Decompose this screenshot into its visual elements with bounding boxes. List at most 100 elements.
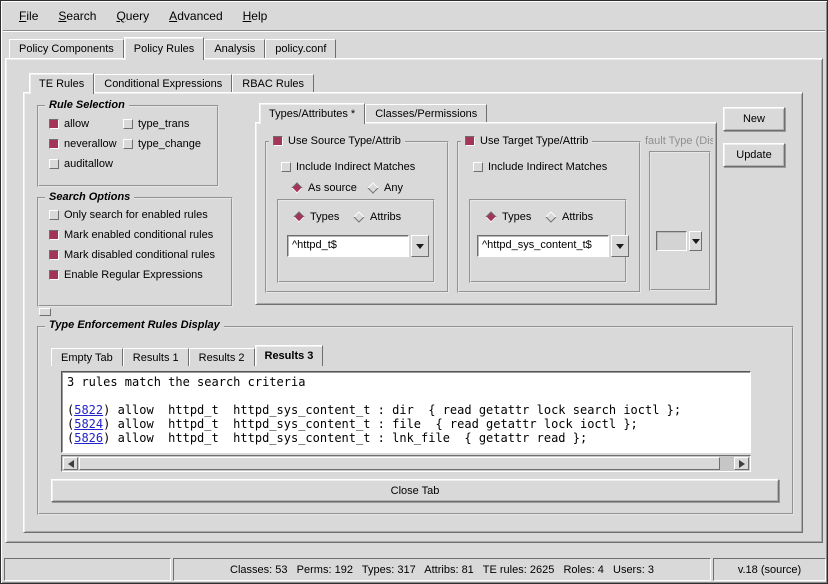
new-button[interactable]: New [723,107,785,131]
blank-line [67,389,745,403]
status-cell-left [4,558,171,581]
checkbox-indicator [473,162,483,172]
radio-label: Types [502,211,531,223]
rule-tabrow: TE Rules Conditional Expressions RBAC Ru… [29,72,314,92]
tab-results-1[interactable]: Results 1 [123,348,189,366]
tab-policy-components[interactable]: Policy Components [9,39,124,58]
checkbox-label: Only search for enabled rules [64,209,208,221]
menubar-separator [3,30,825,32]
checkbox-target-indirect[interactable]: Include Indirect Matches [473,160,607,174]
scroll-left-button[interactable] [63,457,78,470]
checkbox-source-indirect[interactable]: Include Indirect Matches [281,160,415,174]
menu-search[interactable]: Search [48,5,106,27]
scrollbar-track[interactable] [79,457,733,470]
menu-query[interactable]: Query [106,5,159,27]
checkbox-indicator [273,136,283,146]
radio-target-attribs[interactable]: Attribs [545,210,593,224]
update-button[interactable]: Update [723,143,785,167]
checkbox-use-target-type[interactable]: Use Target Type/Attrib [461,134,592,148]
tab-te-rules[interactable]: TE Rules [29,73,94,94]
checkbox-type-change[interactable]: type_change [123,137,201,151]
radio-as-source[interactable]: As source [291,181,357,195]
menu-file[interactable]: File [9,5,48,27]
rule-text: ) allow httpd_t httpd_sys_content_t : fi… [103,417,638,431]
radio-indicator [545,211,556,222]
checkbox-indicator [49,159,59,169]
results-text[interactable]: 3 rules match the search criteria (5822)… [61,371,751,453]
menu-advanced[interactable]: Advanced [159,5,232,27]
tab-policy-conf[interactable]: policy.conf [265,39,336,58]
source-type-combo[interactable]: ^httpd_t$ [287,235,429,257]
status-stats: Classes: 53 Perms: 192 Types: 317 Attrib… [230,564,654,576]
combo-value[interactable]: ^httpd_sys_content_t$ [477,235,609,257]
tab-results-2[interactable]: Results 2 [189,348,255,366]
radio-source-types[interactable]: Types [293,210,339,224]
rule-selection-title: Rule Selection [45,99,129,111]
checkbox-label: Include Indirect Matches [488,161,607,173]
rule-line: (5822) allow httpd_t httpd_sys_content_t… [67,403,745,417]
status-cell-version: v.18 (source) [713,558,826,581]
radio-indicator [485,211,496,222]
chevron-down-icon [616,244,624,249]
target-type-combo[interactable]: ^httpd_sys_content_t$ [477,235,629,257]
checkbox-label: type_trans [138,118,189,130]
rule-link[interactable]: 5824 [74,417,103,431]
status-version: v.18 (source) [738,564,801,576]
checkbox-indicator [49,139,59,149]
checkbox-mark-disabled-conditional[interactable]: Mark disabled conditional rules [49,248,215,262]
checkbox-indicator [465,136,475,146]
combo-dropdown-button[interactable] [411,235,429,257]
checkbox-allow[interactable]: allow [49,117,89,131]
checkbox-label: allow [64,118,89,130]
checkbox-label: auditallow [64,158,113,170]
checkbox-mark-enabled-conditional[interactable]: Mark enabled conditional rules [49,228,213,242]
checkbox-indicator [49,230,59,240]
tab-rbac-rules[interactable]: RBAC Rules [232,74,314,92]
combo-value[interactable]: ^httpd_t$ [287,235,409,257]
default-type-group [649,151,711,291]
combo-dropdown-button [689,231,702,251]
checkbox-neverallow[interactable]: neverallow [49,137,117,151]
app-window: File Search Query Advanced Help Policy C… [0,0,828,584]
default-type-combo [656,231,702,251]
checkbox-enable-regex[interactable]: Enable Regular Expressions [49,268,203,282]
tab-analysis[interactable]: Analysis [204,39,265,58]
radio-indicator [293,211,304,222]
scrollbar-thumb[interactable] [79,457,720,470]
search-options-title: Search Options [45,191,134,203]
horizontal-scrollbar[interactable] [61,455,751,472]
rule-link[interactable]: 5822 [74,403,103,417]
tab-types-attributes[interactable]: Types/Attributes * [259,103,365,124]
tab-conditional-expressions[interactable]: Conditional Expressions [94,74,232,92]
tab-empty[interactable]: Empty Tab [51,348,123,366]
arrow-left-icon [68,460,74,468]
rule-link[interactable]: 5826 [74,431,103,445]
rule-line: (5826) allow httpd_t httpd_sys_content_t… [67,431,745,445]
checkbox-label: Mark enabled conditional rules [64,229,213,241]
checkbox-label: Mark disabled conditional rules [64,249,215,261]
checkbox-indicator [123,119,133,129]
checkbox-auditallow[interactable]: auditallow [49,157,113,171]
checkbox-label: Enable Regular Expressions [64,269,203,281]
tab-policy-rules[interactable]: Policy Rules [124,37,205,60]
radio-indicator [353,211,364,222]
combo-dropdown-button[interactable] [611,235,629,257]
rule-text: ) allow httpd_t httpd_sys_content_t : ln… [103,431,587,445]
radio-indicator [291,182,302,193]
checkbox-use-source-type[interactable]: Use Source Type/Attrib [269,134,405,148]
radio-source-attribs[interactable]: Attribs [353,210,401,224]
checkbox-type-trans[interactable]: type_trans [123,117,189,131]
tab-classes-permissions[interactable]: Classes/Permissions [365,104,487,122]
radio-any[interactable]: Any [367,181,403,195]
close-tab-button[interactable]: Close Tab [51,479,779,502]
radio-target-types[interactable]: Types [485,210,531,224]
scroll-right-button[interactable] [734,457,749,470]
checkbox-indicator [49,210,59,220]
pane-sash-handle[interactable] [39,308,51,316]
checkbox-enabled-rules-only[interactable]: Only search for enabled rules [49,208,208,222]
menu-help[interactable]: Help [233,5,278,27]
arrow-right-icon [739,460,745,468]
chevron-down-icon [692,239,700,244]
tab-results-3[interactable]: Results 3 [255,345,324,366]
te-rules-display-title: Type Enforcement Rules Display [45,319,224,331]
